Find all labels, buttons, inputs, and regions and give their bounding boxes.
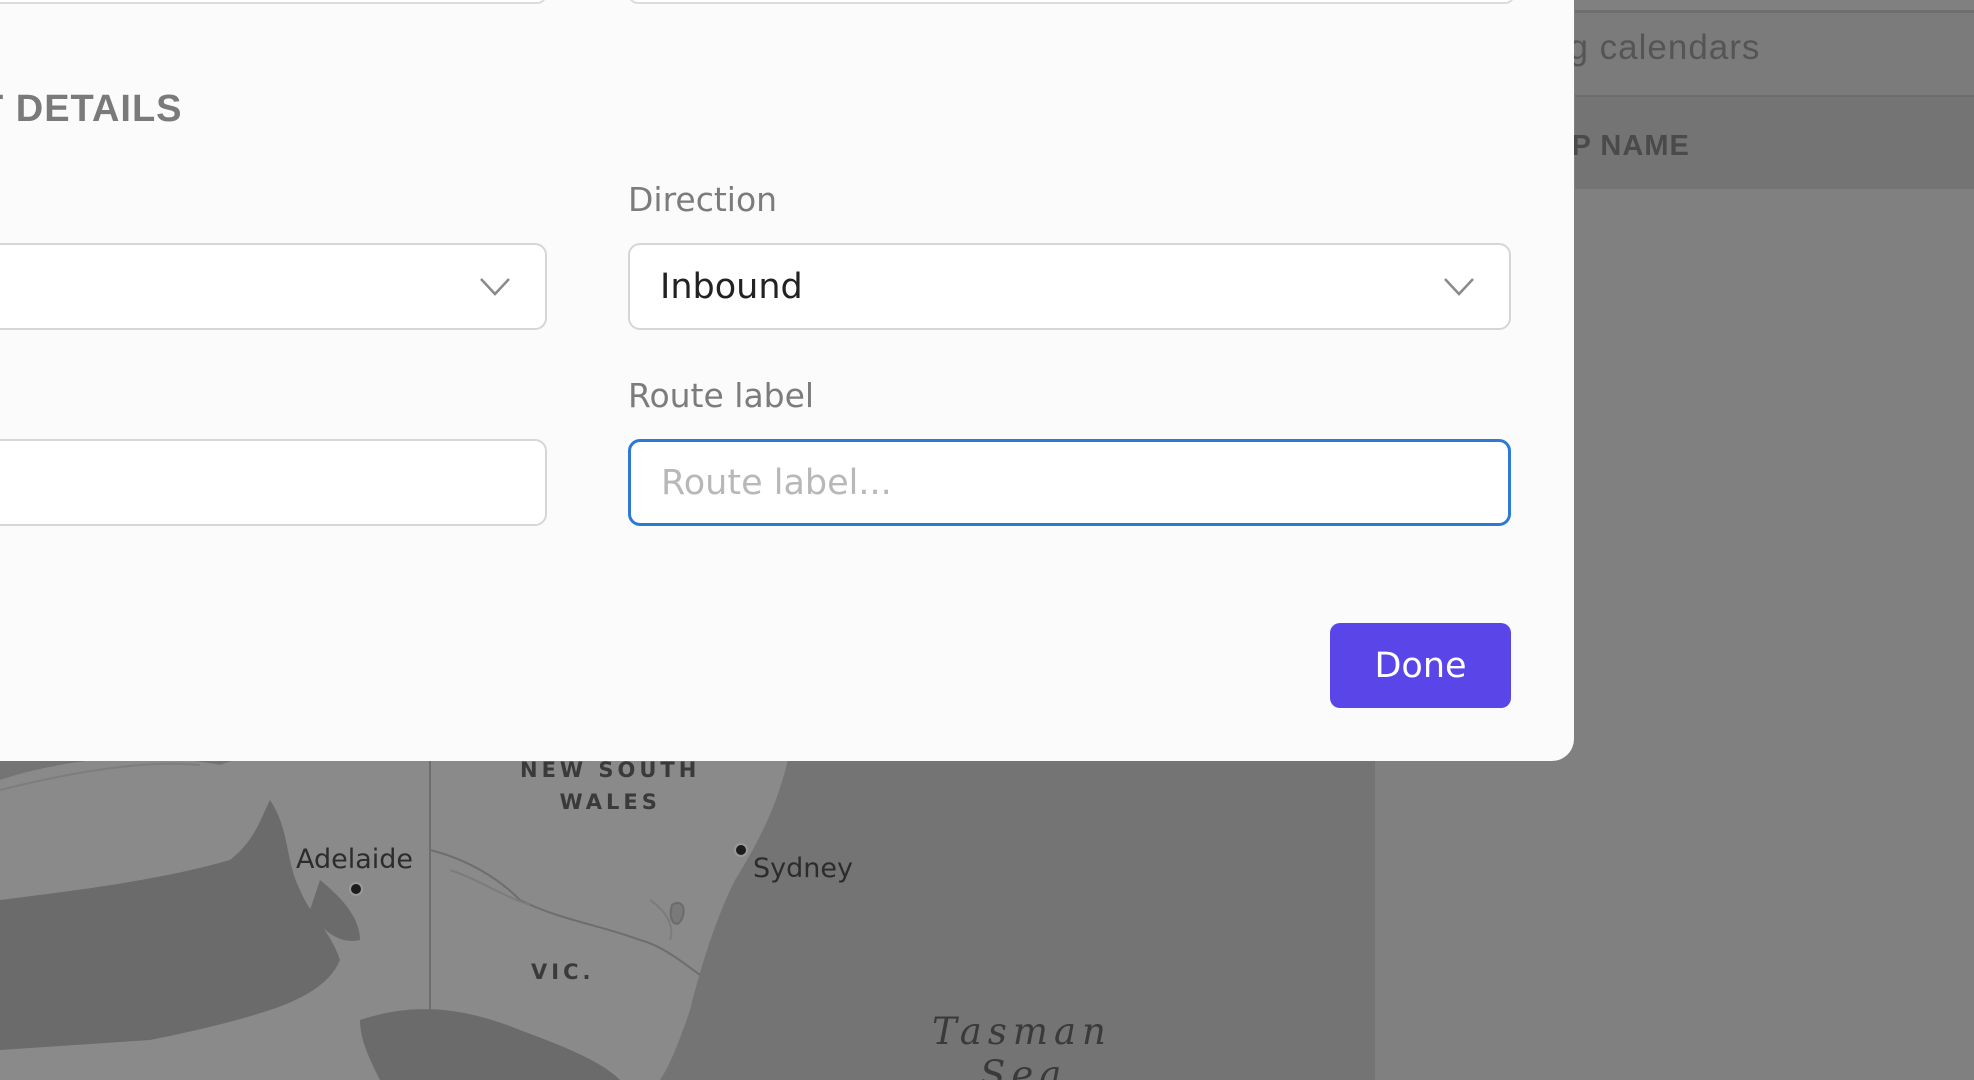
direction-value: Inbound <box>660 266 803 307</box>
section-title: T DETAILS <box>0 88 183 130</box>
map-region-label: NEW SOUTH WALES <box>520 758 701 814</box>
left-text-input[interactable] <box>0 439 547 526</box>
city-label: Adelaide <box>296 844 414 875</box>
calendar-search-text: ng calendars <box>1548 28 1761 67</box>
city-label: Sydney <box>753 853 853 884</box>
previous-field-left[interactable] <box>0 0 547 4</box>
previous-field-right[interactable] <box>628 0 1515 4</box>
direction-select[interactable]: Inbound <box>628 243 1511 330</box>
chevron-down-icon <box>480 277 510 296</box>
direction-label: Direction <box>628 180 778 219</box>
route-label-label: Route label <box>628 376 815 415</box>
chevron-down-icon <box>1444 277 1474 296</box>
map-region-label: VIC. <box>531 960 595 984</box>
route-label-input[interactable] <box>631 442 1508 523</box>
done-button[interactable]: Done <box>1330 623 1511 708</box>
left-select[interactable] <box>0 243 547 330</box>
city-marker <box>349 882 363 896</box>
trip-details-modal: T DETAILS Direction Inbound Route label … <box>0 0 1574 761</box>
sea-label: Tasman Sea <box>932 1010 1112 1080</box>
route-label-field[interactable] <box>628 439 1511 526</box>
city-marker <box>734 843 748 857</box>
